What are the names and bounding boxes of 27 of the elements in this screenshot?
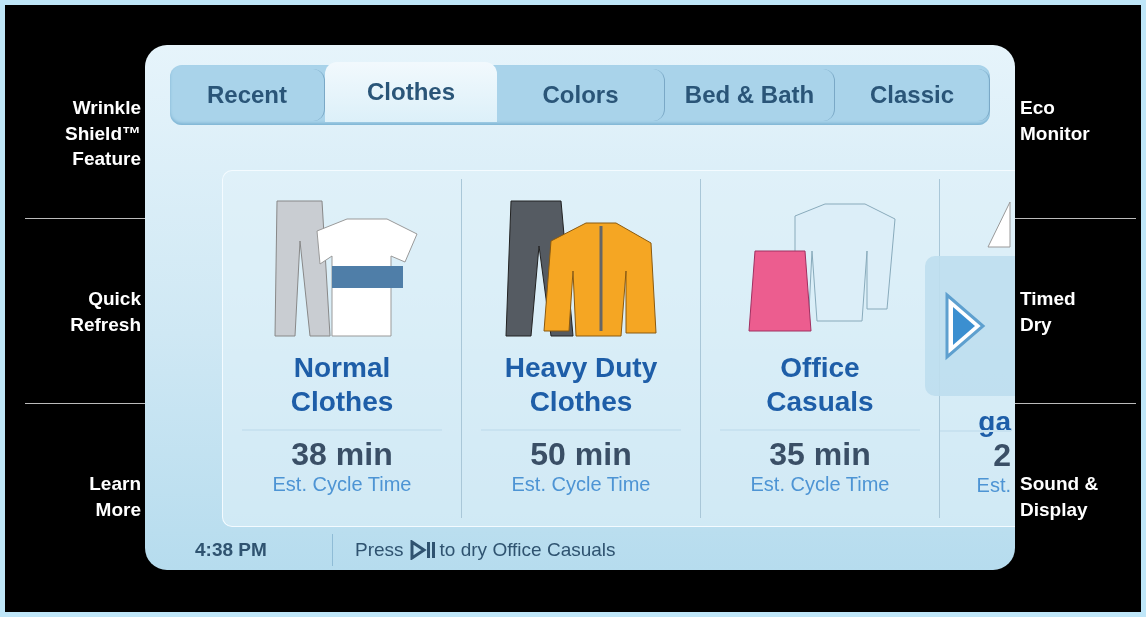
tab[interactable]: Clothes	[325, 62, 497, 122]
side-button[interactable]: Timed Dry	[1020, 285, 1076, 338]
cycle-name[interactable]: Heavy Duty Clothes	[504, 351, 658, 419]
status-message: to dry Office Casuals	[439, 539, 616, 561]
cycle-name[interactable]: Normal Clothes	[290, 351, 394, 419]
cycle-caption: Est. Cycle Time	[511, 472, 651, 497]
side-button[interactable]: Eco Monitor	[1020, 95, 1090, 147]
play-pause-icon	[409, 540, 436, 560]
next-button[interactable]	[925, 256, 1015, 396]
tab[interactable]: Classic	[835, 69, 990, 121]
side-button[interactable]: Quick Refresh	[70, 285, 141, 338]
cycle-time: 50 min	[530, 437, 632, 473]
status-message: Press	[355, 539, 404, 561]
tab[interactable]: Bed & Bath	[665, 69, 835, 121]
cycle-caption: Est. Cycle Time	[272, 472, 412, 497]
cycle-time: 35 min	[769, 437, 871, 473]
cycle-time: 2	[993, 437, 1011, 473]
clock-time: 4:38 PM	[195, 534, 333, 566]
tab[interactable]: Colors	[497, 69, 665, 121]
cycle-caption: Est.	[976, 472, 1011, 497]
cycle-name[interactable]: Office Casuals	[766, 351, 874, 419]
chevron-right-icon	[943, 291, 987, 361]
side-button[interactable]: Wrinkle Shield™ Feature	[65, 95, 141, 172]
cycle-time: 38 min	[291, 437, 393, 473]
side-button[interactable]: Sound & Display	[1020, 470, 1099, 523]
side-button[interactable]: Learn More	[89, 470, 141, 523]
cycle-caption: Est. Cycle Time	[750, 472, 890, 497]
